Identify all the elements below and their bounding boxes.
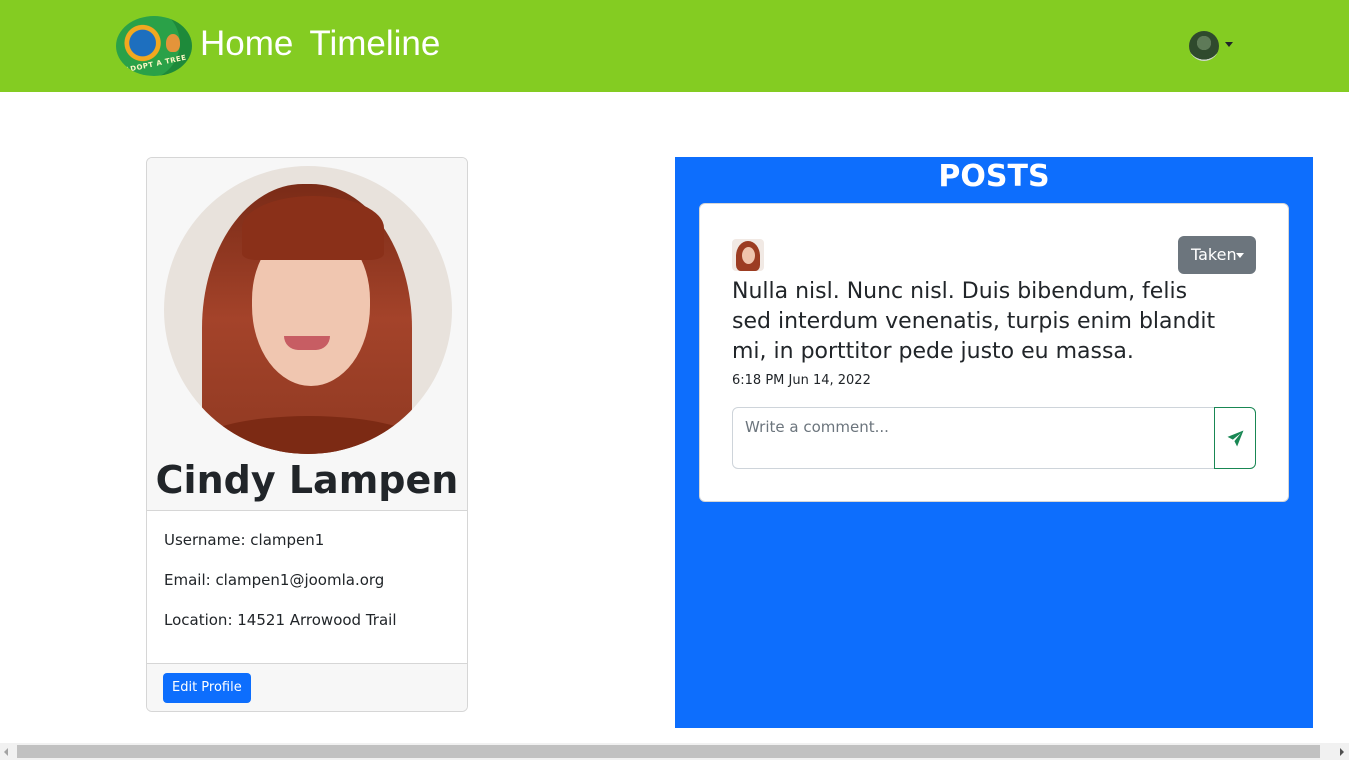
- profile-name: Cindy Lampen: [155, 458, 459, 502]
- post-timestamp: 6:18 PM Jun 14, 2022: [732, 373, 871, 388]
- nav-link-home[interactable]: Home: [200, 24, 293, 63]
- edit-profile-button[interactable]: Edit Profile: [163, 673, 251, 703]
- post-author-avatar[interactable]: [732, 239, 764, 271]
- avatar-face: [742, 247, 755, 264]
- profile-footer: Edit Profile: [147, 663, 467, 711]
- scroll-right-icon[interactable]: [1340, 748, 1344, 756]
- profile-location: Location: 14521 Arrowood Trail: [164, 611, 397, 629]
- profile-email: Email: clampen1@joomla.org: [164, 571, 385, 589]
- post-status-label: Taken: [1191, 245, 1237, 264]
- logo-text: ADOPT A TREE: [123, 53, 188, 75]
- nav-link-timeline[interactable]: Timeline: [309, 24, 440, 63]
- photo-bangs: [242, 196, 384, 260]
- scroll-left-icon[interactable]: [4, 748, 8, 756]
- caret-down-icon[interactable]: [1225, 42, 1233, 47]
- profile-username: Username: clampen1: [164, 531, 325, 549]
- comment-input[interactable]: [732, 407, 1215, 469]
- profile-details: Username: clampen1 Email: clampen1@jooml…: [164, 530, 454, 650]
- send-icon: [1227, 430, 1244, 447]
- profile-card: Cindy Lampen Username: clampen1 Email: c…: [146, 157, 468, 712]
- post-text: Nulla nisl. Nunc nisl. Duis bibendum, fe…: [732, 279, 1216, 364]
- scrollbar-thumb[interactable]: [17, 745, 1320, 758]
- adopt-a-tree-logo[interactable]: ADOPT A TREE: [116, 16, 192, 76]
- logo-leaf-icon: [166, 34, 180, 52]
- post-status-dropdown[interactable]: Taken: [1178, 236, 1256, 274]
- user-avatar-icon[interactable]: [1189, 31, 1219, 61]
- posts-title: POSTS: [938, 159, 1050, 194]
- horizontal-scrollbar[interactable]: [0, 743, 1349, 760]
- navbar: ADOPT A TREE Home Timeline: [0, 0, 1349, 92]
- post-card: Taken Nulla nisl. Nunc nisl. Duis bibend…: [699, 203, 1289, 502]
- profile-header: Cindy Lampen: [147, 158, 467, 511]
- send-comment-button[interactable]: [1214, 407, 1256, 469]
- brand-title: Home Timeline: [200, 24, 440, 64]
- photo-smile: [284, 336, 330, 350]
- caret-down-icon: [1236, 253, 1244, 258]
- profile-photo: [164, 166, 452, 454]
- posts-panel: POSTS Taken Nulla nisl. Nunc nisl. Duis …: [675, 157, 1313, 728]
